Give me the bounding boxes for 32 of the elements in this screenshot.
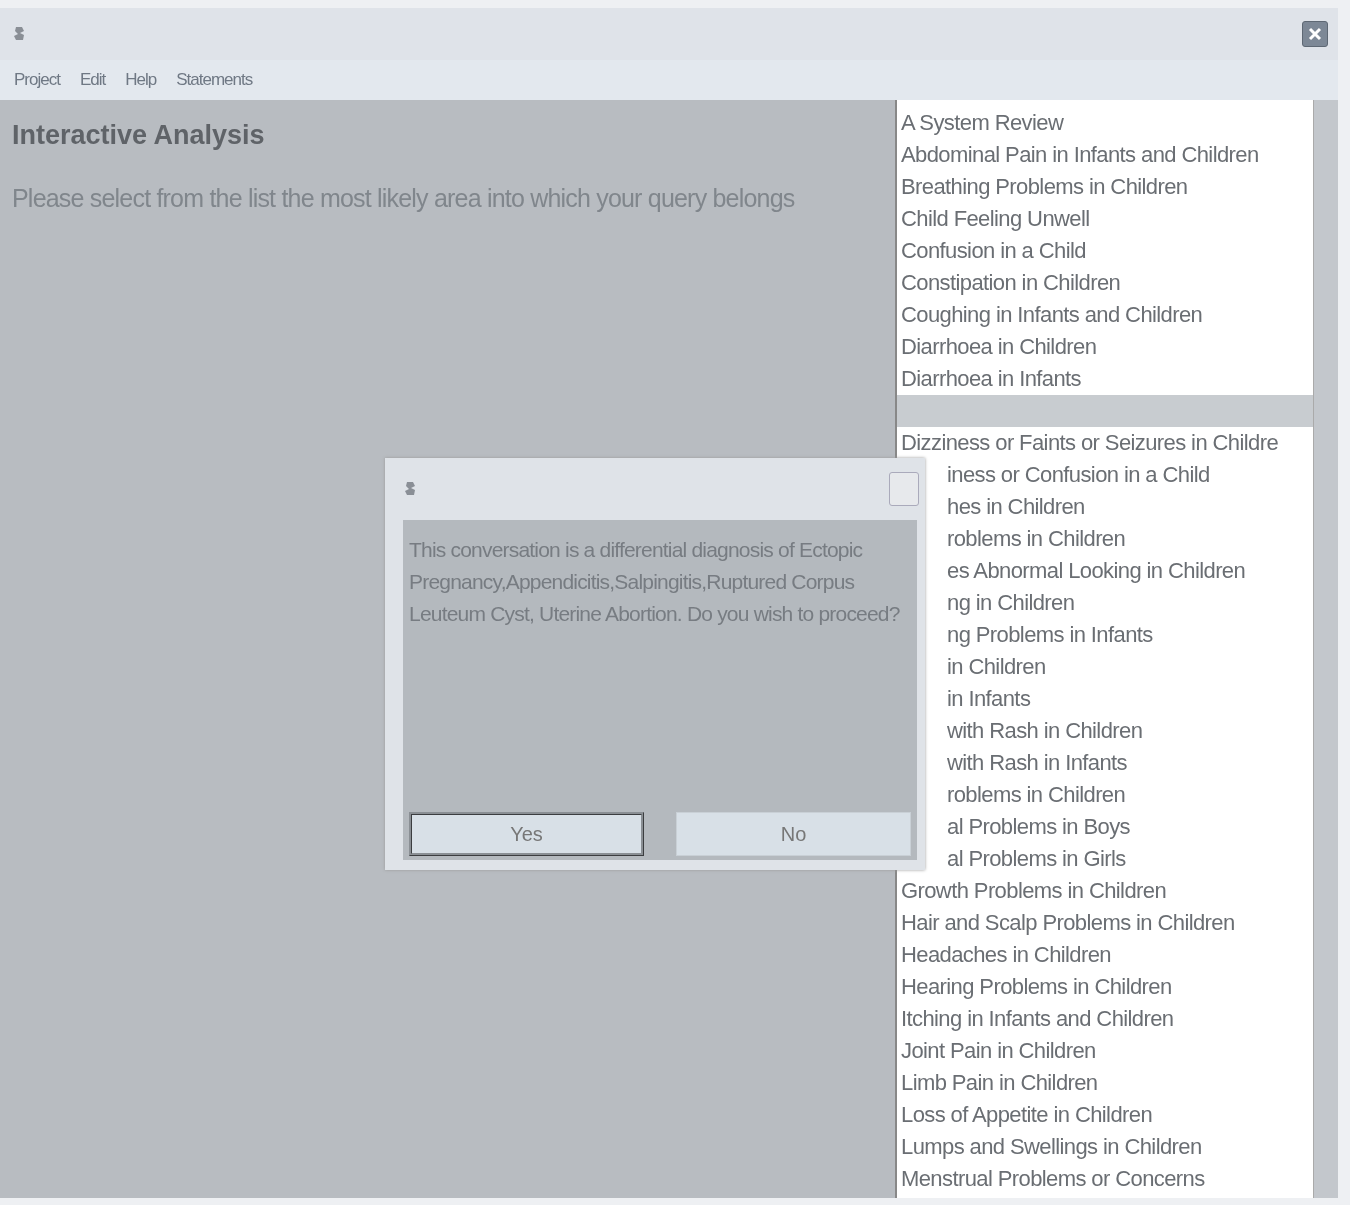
list-item[interactable]: Hearing Problems in Children (897, 971, 1313, 1003)
list-item[interactable]: Dizziness or Faints or Seizures in Childre (897, 427, 1313, 459)
list-item[interactable]: Loss of Appetite in Children (897, 1099, 1313, 1131)
list-item[interactable]: Breathing Problems in Children (897, 171, 1313, 203)
list-item[interactable]: Confusion in a Child (897, 235, 1313, 267)
close-icon (1307, 26, 1323, 42)
list-item[interactable]: A System Review (897, 107, 1313, 139)
list-item[interactable]: Lumps and Swellings in Children (897, 1131, 1313, 1163)
list-item[interactable]: Abdominal Pain in Infants and Children (897, 139, 1313, 171)
list-item[interactable]: Diarrhoea in Children (897, 331, 1313, 363)
yes-button[interactable]: Yes (409, 812, 644, 856)
menu-item[interactable]: Statements (176, 70, 253, 90)
list-item[interactable]: Menstrual Problems or Concerns (897, 1163, 1313, 1195)
instruction-text: Please select from the list the most likely area into which your query belongs (12, 183, 796, 214)
list-item[interactable]: Hair and Scalp Problems in Children (897, 907, 1313, 939)
scrollbar[interactable] (1313, 100, 1338, 1198)
list-item[interactable]: Constipation in Children (897, 267, 1313, 299)
menu-item[interactable]: Help (125, 70, 157, 90)
list-item[interactable]: Joint Pain in Children (897, 1035, 1313, 1067)
close-button[interactable] (1302, 21, 1328, 47)
no-button[interactable]: No (676, 812, 911, 856)
menu-item[interactable]: Project (14, 70, 60, 90)
dialog-message: This conversation is a differential diagnosis of Ectopic Pregnancy,Appendicitis,Salpingitis,Ruptured Corpus Leuteum Cyst, Uterine Abortion. Do you wish to proceed? (409, 537, 901, 627)
list-item[interactable]: Headaches in Children (897, 939, 1313, 971)
list-item[interactable]: Child Feeling Unwell (897, 203, 1313, 235)
list-item[interactable]: Diarrhoea in Infants (897, 363, 1313, 395)
list-item[interactable]: Itching in Infants and Children (897, 1003, 1313, 1035)
list-item[interactable]: Coughing in Infants and Children (897, 299, 1313, 331)
page-heading: Interactive Analysis (12, 120, 266, 151)
menu-item[interactable]: Edit (79, 70, 106, 90)
list-item[interactable]: Growth Problems in Children (897, 875, 1313, 907)
list-item[interactable]: Limb Pain in Children (897, 1067, 1313, 1099)
